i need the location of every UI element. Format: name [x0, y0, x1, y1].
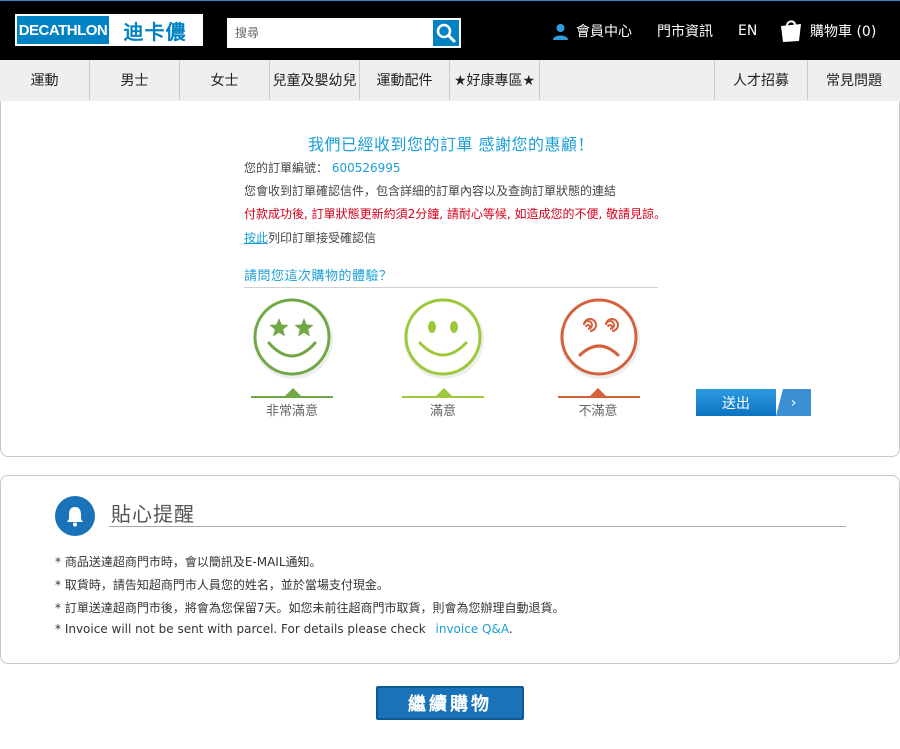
- selector-arrow: [590, 388, 606, 396]
- continue-shopping-button[interactable]: 繼續購物: [376, 686, 524, 720]
- search-button[interactable]: [431, 18, 461, 48]
- user-icon: [553, 23, 568, 40]
- nav-item-women[interactable]: 女士: [180, 60, 270, 100]
- order-number: 600526995: [331, 161, 401, 175]
- reminder-title: 貼心提醒: [111, 502, 195, 526]
- print-text: 列印訂單接受確認信: [268, 231, 377, 245]
- selector-bar: [251, 396, 333, 398]
- search-input[interactable]: [227, 18, 431, 48]
- survey-divider: [244, 287, 658, 288]
- member-center-label: 會員中心: [576, 24, 632, 40]
- member-center-link[interactable]: 會員中心: [552, 1, 632, 61]
- unsatisfied-option[interactable]: [558, 297, 642, 381]
- payment-note: 付款成功後, 訂單狀態更新約須2分鐘, 請耐心等候, 如造成您的不便, 敬請見諒…: [244, 207, 667, 221]
- email-note: 您會收到訂單確認信件，包含詳細的訂單內容以及查詢訂單狀態的連結: [244, 184, 617, 198]
- bell-badge: [55, 496, 95, 536]
- language-label: EN: [738, 23, 758, 39]
- satisfied-label: 滿意: [429, 404, 456, 419]
- selector-bar: [558, 396, 640, 398]
- reminder-divider: [109, 526, 846, 527]
- invoice-tip: * Invoice will not be sent with parcel. …: [55, 622, 513, 636]
- nav-item-men[interactable]: 男士: [90, 60, 180, 100]
- thanks-heading: 我們已經收到您的訂單 感謝您的惠顧！: [307, 135, 595, 154]
- submit-label: 送出: [696, 389, 776, 416]
- header: DECATHLON 迪卡儂 會員中心 門市資訊 EN 購物車 (0): [0, 0, 900, 60]
- survey-title: 請問您這次購物的體驗？: [244, 269, 393, 284]
- nav-item-deals[interactable]: ★好康專區★: [450, 60, 540, 100]
- bell-icon: [67, 507, 83, 527]
- satisfied-option[interactable]: [402, 297, 486, 381]
- store-info-label: 門市資訊: [657, 24, 713, 40]
- nav-item-accessories[interactable]: 運動配件: [360, 60, 450, 100]
- nav-item-kids[interactable]: 兒童及嬰幼兒: [270, 60, 360, 100]
- tip-item: * 訂單送達超商門市後，將會為您保留7天。如您未前往超商門市取貨，則會為您辦理自…: [55, 601, 565, 615]
- store-info-link[interactable]: 門市資訊: [657, 1, 713, 61]
- language-switch[interactable]: EN: [738, 1, 757, 61]
- search-icon: [436, 23, 456, 43]
- reminder-panel: 貼心提醒 * 商品送達超商門市時，會以簡訊及E-MAIL通知。 * 取貨時，請告…: [0, 475, 900, 664]
- very-satisfied-label: 非常滿意: [265, 404, 318, 419]
- invoice-end: .: [508, 622, 513, 636]
- selector-arrow: [285, 388, 301, 396]
- cart-link[interactable]: 購物車 (0): [778, 1, 876, 61]
- order-number-label: 您的訂單編號：: [244, 161, 329, 175]
- chevron-right-icon: ›: [776, 389, 811, 416]
- very-satisfied-option[interactable]: [251, 297, 335, 381]
- selector-bar: [402, 396, 484, 398]
- print-line: 按此列印訂單接受確認信: [244, 229, 376, 246]
- nav-item-careers[interactable]: 人才招募: [714, 60, 808, 100]
- search-bar: [227, 18, 461, 48]
- order-confirmation-panel: 我們已經收到您的訂單 感謝您的惠顧！ 您的訂單編號： 600526995 您會收…: [0, 101, 900, 457]
- logo-text-en: DECATHLON: [17, 16, 109, 44]
- unsatisfied-label: 不滿意: [578, 404, 618, 419]
- submit-button[interactable]: 送出 ›: [696, 389, 811, 416]
- order-number-line: 您的訂單編號： 600526995: [244, 159, 401, 176]
- star-eyes-smile-icon: [253, 298, 333, 379]
- nav-item-faq[interactable]: 常見問題: [808, 60, 900, 100]
- logo-text-zh: 迪卡儂: [109, 16, 201, 44]
- cart-bag-icon: [781, 20, 801, 42]
- tip-item: * 取貨時，請告知超商門市人員您的姓名，並於當場支付現金。: [55, 578, 389, 592]
- decathlon-logo[interactable]: DECATHLON 迪卡儂: [15, 14, 203, 46]
- frown-face-icon: [560, 298, 640, 379]
- cart-label: 購物車 (0): [810, 24, 877, 40]
- invoice-text: * Invoice will not be sent with parcel. …: [55, 622, 426, 636]
- nav-item-sports[interactable]: 運動: [0, 60, 90, 100]
- smile-face-icon: [404, 298, 484, 379]
- invoice-qa-link[interactable]: invoice Q&A: [436, 622, 509, 636]
- main-nav: 運動 男士 女士 兒童及嬰幼兒 運動配件 ★好康專區★ 人才招募 常見問題: [0, 60, 900, 102]
- selector-arrow: [436, 388, 452, 396]
- tip-item: * 商品送達超商門市時，會以簡訊及E-MAIL通知。: [55, 555, 322, 569]
- print-link[interactable]: 按此: [244, 231, 268, 245]
